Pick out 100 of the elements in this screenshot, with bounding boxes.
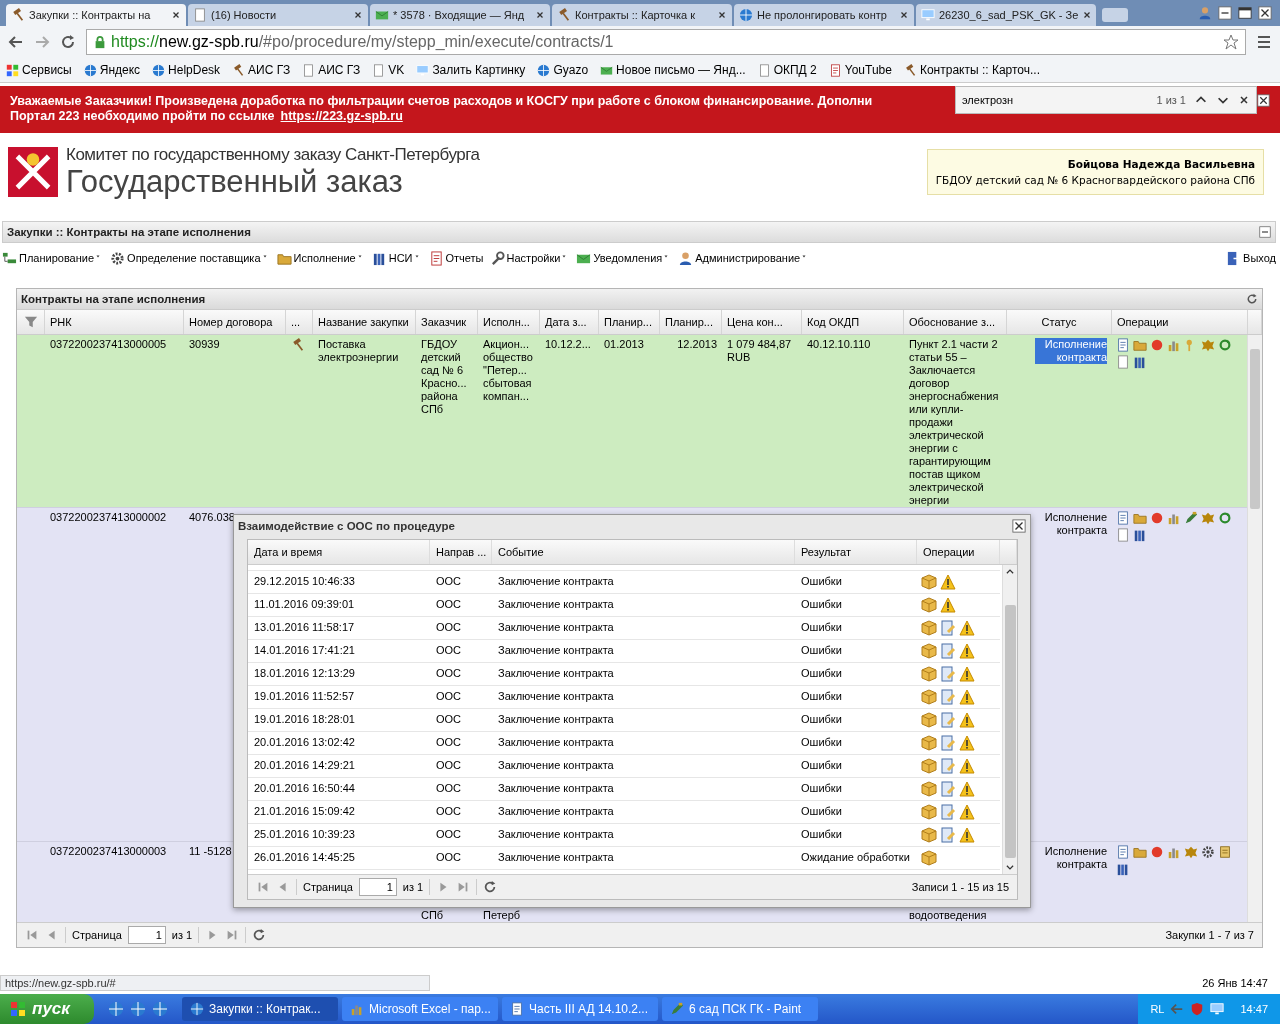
warning-icon[interactable] bbox=[959, 758, 975, 774]
column-header[interactable]: Обоснование з... bbox=[904, 310, 1007, 334]
back-icon[interactable] bbox=[8, 34, 24, 50]
bookmark[interactable]: Gyazo bbox=[537, 63, 589, 77]
arrow-icon[interactable] bbox=[1170, 1002, 1185, 1016]
close-icon[interactable] bbox=[1258, 6, 1272, 20]
warning-icon[interactable] bbox=[940, 597, 956, 613]
menu-icon[interactable] bbox=[1256, 34, 1272, 50]
table-row[interactable]: 19.01.2016 18:28:01 ООС Заключение контракта Ошибки bbox=[248, 709, 1000, 732]
taskbar-button[interactable]: Microsoft Excel - пар... bbox=[342, 997, 498, 1021]
folder-icon[interactable] bbox=[1133, 511, 1147, 525]
document-icon[interactable] bbox=[1116, 845, 1130, 859]
refresh-icon[interactable] bbox=[483, 880, 498, 894]
stop-icon[interactable] bbox=[1150, 511, 1164, 525]
books-icon[interactable] bbox=[1133, 528, 1147, 542]
address-field[interactable]: https://new.gz-spb.ru/#po/procedure/my/stepp_min/execute/contracts/1 bbox=[86, 29, 1246, 55]
user-icon[interactable] bbox=[1198, 6, 1212, 20]
menu-item[interactable]: Планирование bbox=[2, 250, 105, 266]
browser-tab[interactable]: 26230_6_sad_PSK_GK - Зе bbox=[916, 4, 1096, 26]
table-row[interactable]: 19.01.2016 11:52:57 ООС Заключение контракта Ошибки bbox=[248, 686, 1000, 709]
reload-icon[interactable] bbox=[60, 34, 76, 50]
page-icon[interactable] bbox=[1116, 355, 1130, 369]
table-row[interactable]: 13.01.2016 11:58:17 ООС Заключение контракта Ошибки bbox=[248, 617, 1000, 640]
minimize-icon[interactable] bbox=[1218, 6, 1232, 20]
package-icon[interactable] bbox=[921, 643, 937, 659]
first-page-icon[interactable] bbox=[256, 880, 270, 894]
close-icon[interactable] bbox=[353, 10, 363, 20]
refresh-icon[interactable] bbox=[1218, 511, 1232, 525]
first-page-icon[interactable] bbox=[25, 928, 39, 942]
scrollbar[interactable] bbox=[1002, 565, 1017, 874]
start-button[interactable]: пуск bbox=[0, 994, 94, 1024]
menu-item[interactable]: Настройки bbox=[489, 250, 571, 266]
table-row[interactable]: 11.01.2016 09:39:01 ООС Заключение контракта Ошибки bbox=[248, 594, 1000, 617]
table-row[interactable]: 25.01.2016 10:39:23 ООС Заключение контракта Ошибки bbox=[248, 824, 1000, 847]
table-row[interactable] bbox=[17, 335, 1248, 508]
package-icon[interactable] bbox=[921, 827, 937, 843]
stop-icon[interactable] bbox=[1150, 338, 1164, 352]
warning-icon[interactable] bbox=[959, 666, 975, 682]
link[interactable]: https://223.gz-spb.ru bbox=[280, 109, 403, 123]
column-header[interactable]: Номер договора bbox=[184, 310, 286, 334]
books-icon[interactable] bbox=[1133, 355, 1147, 369]
table-row[interactable]: 20.01.2016 16:50:44 ООС Заключение контракта Ошибки bbox=[248, 778, 1000, 801]
table-row[interactable]: 26.01.2016 14:45:25 ООС Заключение контракта Ожидание обработки bbox=[248, 847, 1000, 870]
network-icon[interactable] bbox=[1210, 1002, 1225, 1016]
column-header[interactable]: Планир... bbox=[660, 310, 722, 334]
edit-icon[interactable] bbox=[1184, 511, 1198, 525]
package-icon[interactable] bbox=[921, 712, 937, 728]
browser-tab[interactable]: * 3578 · Входящие — Янд bbox=[370, 4, 550, 26]
bookmark[interactable]: АИС ГЗ bbox=[302, 63, 361, 77]
folder-icon[interactable] bbox=[1133, 338, 1147, 352]
column-header[interactable]: Операции bbox=[917, 540, 1000, 564]
page-field[interactable]: 1 bbox=[358, 878, 397, 896]
refresh-icon[interactable] bbox=[1218, 338, 1232, 352]
close-icon[interactable] bbox=[899, 10, 909, 20]
menu-item[interactable]: НСИ bbox=[371, 250, 423, 266]
package-icon[interactable] bbox=[921, 781, 937, 797]
forward-icon[interactable] bbox=[34, 34, 50, 50]
close-icon[interactable] bbox=[535, 10, 545, 20]
emblem-icon[interactable] bbox=[1201, 338, 1215, 352]
table-row[interactable]: 20.01.2016 13:02:42 ООС Заключение контракта Ошибки bbox=[248, 732, 1000, 755]
warning-icon[interactable] bbox=[959, 804, 975, 820]
package-icon[interactable] bbox=[921, 850, 937, 866]
column-header[interactable]: Код ОКДП bbox=[802, 310, 904, 334]
browser-icon[interactable] bbox=[130, 1001, 146, 1017]
bookmark[interactable]: Залить Картинку bbox=[416, 63, 526, 77]
table-row[interactable]: 21.01.2016 15:09:42 ООС Заключение контракта Ошибки bbox=[248, 801, 1000, 824]
browser-tab[interactable]: Контракты :: Карточка к bbox=[552, 4, 732, 26]
table-row[interactable]: 20.01.2016 14:29:21 ООС Заключение контракта Ошибки bbox=[248, 755, 1000, 778]
bookmark[interactable]: ОКПД 2 bbox=[757, 63, 817, 77]
column-header[interactable]: Дата з... bbox=[540, 310, 599, 334]
maximize-icon[interactable] bbox=[1238, 6, 1252, 20]
browser-tab[interactable]: Не пролонгировать контр bbox=[734, 4, 914, 26]
taskbar-button[interactable]: 6 сад ПСК ГК - Paint bbox=[662, 997, 818, 1021]
column-header[interactable]: Направ ... bbox=[430, 540, 492, 564]
warning-icon[interactable] bbox=[959, 735, 975, 751]
table-row[interactable]: 29.12.2015 10:46:33 ООС Заключение контракта Ошибки bbox=[248, 571, 1000, 594]
menu-item[interactable]: Исполнение bbox=[276, 250, 366, 266]
folder-icon[interactable] bbox=[1133, 845, 1147, 859]
package-icon[interactable] bbox=[921, 689, 937, 705]
column-header[interactable]: Дата и время bbox=[248, 540, 430, 564]
menu-item[interactable]: Уведомления bbox=[576, 250, 673, 266]
column-header[interactable]: Планир... bbox=[599, 310, 660, 334]
menu-item[interactable]: Определение поставщика bbox=[110, 250, 271, 266]
scrollbar[interactable] bbox=[1247, 335, 1262, 922]
bookmark[interactable]: VK bbox=[372, 63, 405, 77]
package-icon[interactable] bbox=[921, 758, 937, 774]
page-icon[interactable] bbox=[1116, 528, 1130, 542]
package-icon[interactable] bbox=[921, 597, 937, 613]
close-icon[interactable] bbox=[1012, 519, 1026, 533]
column-header[interactable]: Результат bbox=[795, 540, 917, 564]
bookmark[interactable]: Контракты :: Карточ... bbox=[903, 63, 1040, 77]
warning-icon[interactable] bbox=[959, 620, 975, 636]
stop-icon[interactable] bbox=[1150, 845, 1164, 859]
close-icon[interactable] bbox=[171, 10, 181, 20]
package-icon[interactable] bbox=[921, 804, 937, 820]
browser-icon[interactable] bbox=[108, 1001, 124, 1017]
shield-icon[interactable] bbox=[1190, 1002, 1205, 1016]
warning-icon[interactable] bbox=[959, 689, 975, 705]
close-icon[interactable] bbox=[1257, 94, 1270, 107]
browser-tab[interactable]: (16) Новости bbox=[188, 4, 368, 26]
